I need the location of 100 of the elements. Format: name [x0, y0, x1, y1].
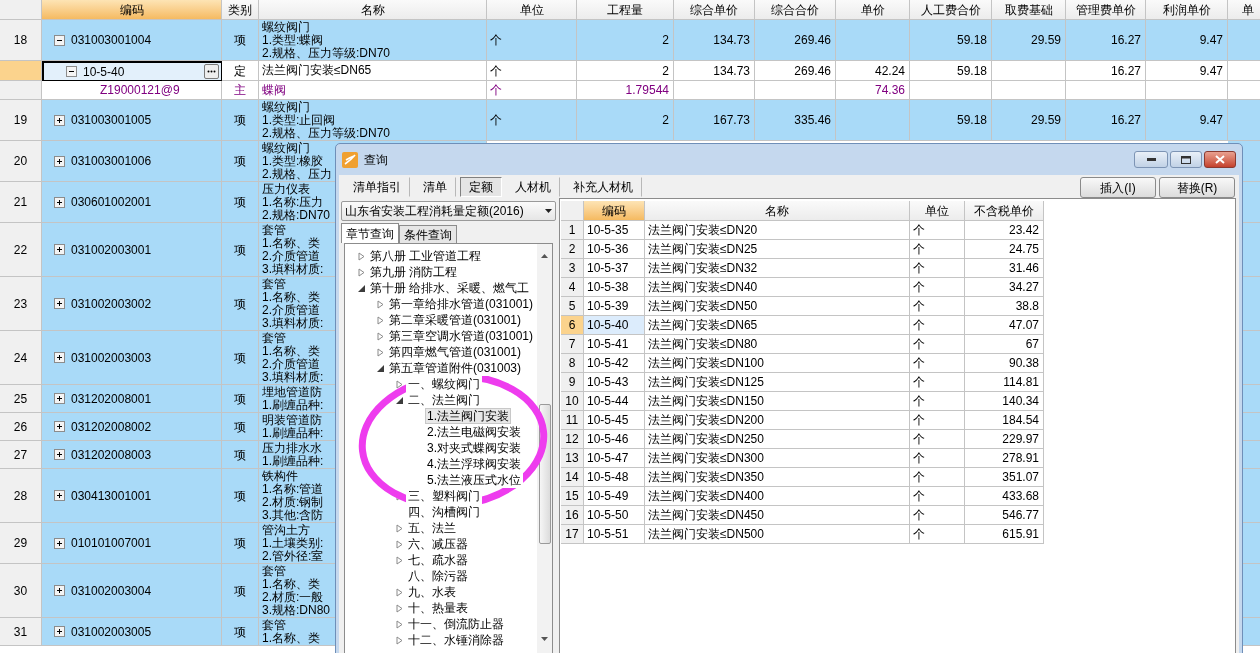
- unit-cell: 个: [910, 430, 965, 449]
- tab[interactable]: 条件查询: [399, 225, 457, 243]
- tree-item[interactable]: 第三章空调水管道(031001): [387, 328, 536, 344]
- tree-item[interactable]: 第五章管道附件(031003): [387, 360, 524, 376]
- collapsed-triangle-icon[interactable]: [376, 299, 385, 309]
- plus-box-icon[interactable]: [54, 393, 65, 404]
- tree-item[interactable]: 十一、倒流防止器: [406, 616, 506, 632]
- plus-box-icon[interactable]: [54, 244, 65, 255]
- tree-item[interactable]: 十二、水锤消除器: [406, 632, 506, 648]
- tree-item[interactable]: 八、除污器: [406, 568, 470, 584]
- tree-item[interactable]: 九、水表: [406, 584, 458, 600]
- plus-box-icon[interactable]: [54, 585, 65, 596]
- tab[interactable]: 清单指引: [344, 176, 410, 197]
- row-number: 19: [0, 100, 42, 141]
- tree-item[interactable]: 四、沟槽阀门: [406, 504, 482, 520]
- unit-cell: 个: [910, 373, 965, 392]
- collapsed-triangle-icon[interactable]: [395, 635, 404, 645]
- expanded-triangle-icon[interactable]: [357, 283, 366, 293]
- tree-item[interactable]: 十、热量表: [406, 600, 470, 616]
- dialog-button[interactable]: 替换(R): [1159, 177, 1235, 198]
- plus-box-icon[interactable]: [54, 421, 65, 432]
- tree-item[interactable]: 六、减压器: [406, 536, 470, 552]
- collapsed-triangle-icon[interactable]: [395, 555, 404, 565]
- column-header[interactable]: 单: [1228, 0, 1260, 20]
- row-number: 18: [0, 20, 42, 61]
- close-button[interactable]: [1204, 151, 1236, 168]
- plus-box-icon[interactable]: [54, 537, 65, 549]
- name-cell: 法兰阀门安装≤DN200: [645, 411, 910, 430]
- plus-box-icon[interactable]: [54, 114, 65, 126]
- code-cell: 031202008003: [42, 441, 222, 469]
- expanded-triangle-icon[interactable]: [376, 363, 385, 373]
- code-cell: 10-5-40: [584, 316, 645, 335]
- tree-item[interactable]: 5.法兰液压式水位: [425, 472, 523, 488]
- tree-item[interactable]: 第一章给排水管道(031001): [387, 296, 536, 312]
- plus-box-icon[interactable]: [54, 196, 65, 208]
- collapsed-triangle-icon[interactable]: [395, 539, 404, 549]
- scroll-down-icon[interactable]: [541, 637, 548, 641]
- dialog-button[interactable]: 插入(I): [1080, 177, 1156, 198]
- tree-item[interactable]: 七、疏水器: [406, 552, 470, 568]
- collapsed-triangle-icon[interactable]: [395, 587, 404, 597]
- plus-box-icon[interactable]: [54, 626, 65, 637]
- scroll-up-icon[interactable]: [541, 254, 548, 258]
- column-header[interactable]: 综合合价: [755, 0, 836, 20]
- column-header[interactable]: 编码: [584, 201, 645, 221]
- tree-item[interactable]: 一、螺纹阀门: [406, 376, 482, 392]
- plus-box-icon[interactable]: [54, 449, 65, 460]
- collapsed-triangle-icon[interactable]: [376, 347, 385, 357]
- plus-box-icon[interactable]: [54, 352, 65, 363]
- column-header[interactable]: 利润单价: [1146, 0, 1228, 20]
- tree-item[interactable]: 4.法兰浮球阀安装: [425, 456, 523, 472]
- minimize-button[interactable]: [1134, 151, 1168, 168]
- column-header[interactable]: 工程量: [577, 0, 674, 20]
- price-cell: 184.54: [965, 411, 1044, 430]
- minus-box-icon[interactable]: [66, 66, 77, 77]
- column-header[interactable]: 单位: [910, 201, 965, 221]
- expanded-triangle-icon[interactable]: [395, 395, 404, 405]
- tree-item[interactable]: 第四章燃气管道(031001): [387, 344, 524, 360]
- tree-item[interactable]: 1.法兰阀门安装: [425, 408, 511, 424]
- minus-box-icon[interactable]: [54, 34, 65, 46]
- collapsed-triangle-icon[interactable]: [395, 619, 404, 629]
- tree-item[interactable]: 第八册 工业管道工程: [368, 248, 484, 264]
- column-header[interactable]: 管理费单价: [1066, 0, 1146, 20]
- tree-item[interactable]: 第九册 消防工程: [368, 264, 460, 280]
- tab[interactable]: 章节查询: [341, 223, 399, 243]
- tree-item[interactable]: 3.对夹式蝶阀安装: [425, 440, 523, 456]
- tree-item[interactable]: 第十册 给排水、采暖、燃气工: [368, 280, 532, 296]
- column-header[interactable]: 不含税单价: [965, 201, 1044, 221]
- tab[interactable]: 清单: [414, 176, 456, 197]
- tree-item[interactable]: 五、法兰: [406, 520, 458, 536]
- scrollbar[interactable]: [537, 244, 552, 653]
- column-header[interactable]: 单位: [487, 0, 577, 20]
- collapsed-triangle-icon[interactable]: [376, 315, 385, 325]
- collapsed-triangle-icon[interactable]: [357, 267, 366, 277]
- collapsed-triangle-icon[interactable]: [395, 379, 404, 389]
- collapsed-triangle-icon[interactable]: [357, 251, 366, 261]
- column-header[interactable]: 类别: [222, 0, 259, 20]
- tree-item[interactable]: 二、法兰阀门: [406, 392, 482, 408]
- maximize-button[interactable]: [1170, 151, 1202, 168]
- plus-box-icon[interactable]: [54, 490, 65, 501]
- tree-item[interactable]: 2.法兰电磁阀安装: [425, 424, 523, 440]
- column-header[interactable]: 人工费合价: [910, 0, 992, 20]
- column-header[interactable]: 单价: [836, 0, 910, 20]
- plus-box-icon[interactable]: [54, 298, 65, 309]
- column-header[interactable]: 综合单价: [674, 0, 755, 20]
- column-header[interactable]: 名称: [259, 0, 487, 20]
- collapsed-triangle-icon[interactable]: [395, 603, 404, 613]
- tab[interactable]: 人材机: [506, 176, 560, 197]
- more-button[interactable]: [204, 64, 219, 79]
- column-header[interactable]: 名称: [645, 201, 910, 221]
- plus-box-icon[interactable]: [54, 155, 65, 167]
- tab[interactable]: 定额: [460, 176, 502, 197]
- collapsed-triangle-icon[interactable]: [376, 331, 385, 341]
- column-header[interactable]: 编码: [42, 0, 222, 20]
- tab[interactable]: 补充人材机: [564, 176, 642, 197]
- library-dropdown[interactable]: 山东省安装工程消耗量定额(2016): [341, 201, 556, 221]
- collapsed-triangle-icon[interactable]: [395, 523, 404, 533]
- code-cell: 010101007001: [42, 523, 222, 564]
- tree-item[interactable]: 三、塑料阀门: [406, 488, 482, 504]
- tree-item[interactable]: 第二章采暖管道(031001): [387, 312, 524, 328]
- column-header[interactable]: 取费基础: [992, 0, 1066, 20]
